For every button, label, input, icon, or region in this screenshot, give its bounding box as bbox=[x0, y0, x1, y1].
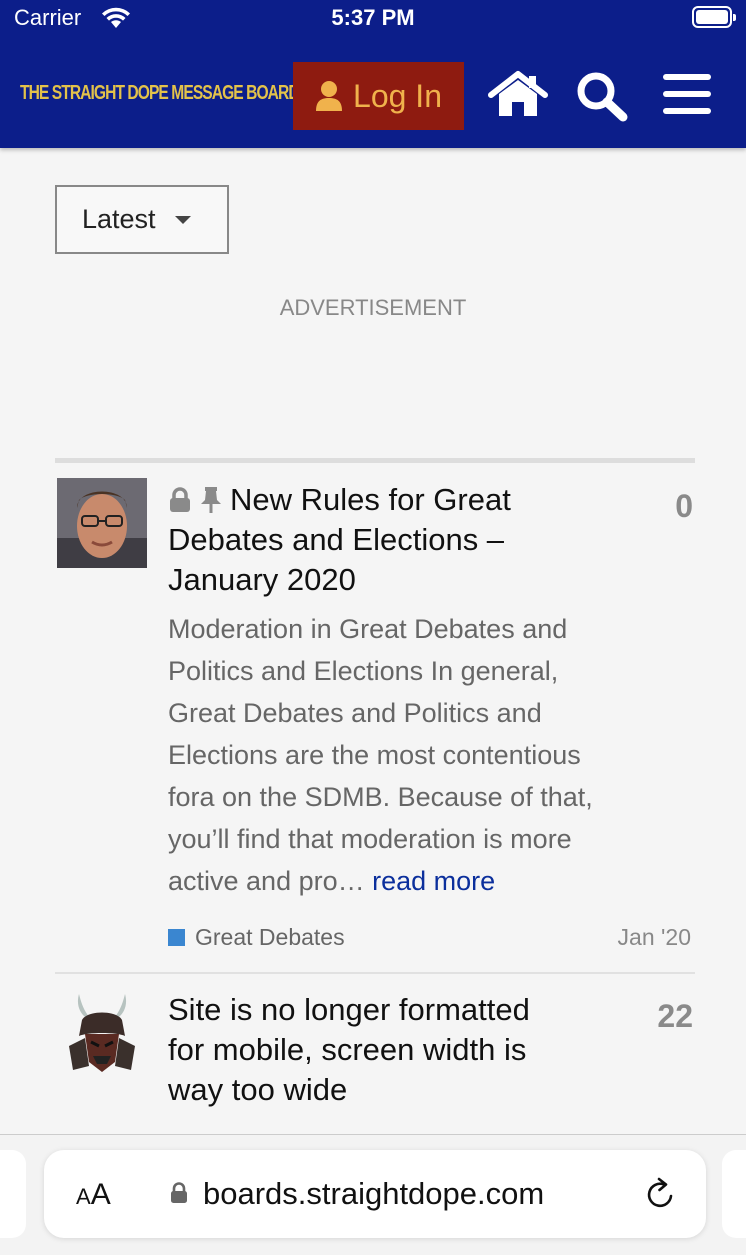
category-badge[interactable]: Great Debates bbox=[168, 924, 345, 951]
address-bar[interactable]: AAAA boards.straightdope.com bbox=[44, 1150, 706, 1238]
status-time: 5:37 PM bbox=[331, 5, 415, 30]
topic-excerpt: Moderation in Great Debates and Politics… bbox=[168, 608, 648, 902]
topic-list-divider bbox=[55, 458, 695, 463]
excerpt-line: active and pro… bbox=[168, 866, 365, 896]
category-color-swatch bbox=[168, 929, 185, 946]
user-avatar[interactable] bbox=[57, 478, 147, 568]
topic-date[interactable]: Jan '20 bbox=[560, 924, 691, 951]
excerpt-line: fora on the SDMB. Because of that, bbox=[168, 782, 593, 812]
topic-divider bbox=[55, 972, 695, 974]
previous-tab-preview[interactable] bbox=[0, 1150, 26, 1238]
filter-label: Latest bbox=[82, 204, 156, 234]
lock-icon bbox=[170, 487, 190, 512]
topic-title-line: Debates and Elections – bbox=[168, 522, 505, 557]
read-more-link[interactable]: read more bbox=[372, 866, 495, 896]
pin-icon bbox=[201, 487, 221, 513]
excerpt-line: Great Debates and Politics and bbox=[168, 698, 542, 728]
user-icon bbox=[316, 81, 343, 111]
topic-title-line: way too wide bbox=[168, 1072, 348, 1107]
topic-title-line: New Rules for Great bbox=[230, 482, 511, 517]
topic-title-line: January 2020 bbox=[168, 562, 356, 597]
battery-icon bbox=[692, 6, 736, 28]
url-text[interactable]: boards.straightdope.com bbox=[203, 1176, 544, 1212]
reload-icon[interactable] bbox=[644, 1176, 678, 1212]
reply-count: 22 bbox=[657, 998, 693, 1034]
excerpt-line: Elections are the most contentious bbox=[168, 740, 581, 770]
advertisement-label: ADVERTISEMENT bbox=[279, 295, 467, 320]
site-logo[interactable]: THE STRAIGHT DOPE MESSAGE BOARD bbox=[20, 82, 300, 105]
topic-title[interactable]: New Rules for Great Debates and Election… bbox=[168, 480, 511, 600]
topic-title-line: for mobile, screen width is bbox=[168, 1032, 527, 1067]
search-icon[interactable] bbox=[574, 70, 630, 122]
hamburger-menu-icon[interactable] bbox=[663, 73, 711, 115]
topic-title[interactable]: Site is no longer formatted for mobile, … bbox=[168, 990, 530, 1110]
caret-down-icon bbox=[174, 215, 191, 224]
user-avatar[interactable] bbox=[57, 988, 147, 1078]
login-button[interactable]: Log In bbox=[293, 62, 464, 130]
excerpt-line: Moderation in Great Debates and bbox=[168, 614, 568, 644]
lock-icon bbox=[171, 1182, 187, 1203]
topic-title-line: Site is no longer formatted bbox=[168, 992, 530, 1027]
category-name: Great Debates bbox=[195, 924, 345, 950]
text-size-button[interactable]: AAAA bbox=[76, 1178, 111, 1212]
site-header: Carrier 5:37 PM THE STRAIGHT DOPE MESSAG… bbox=[0, 0, 746, 148]
login-label: Log In bbox=[353, 77, 442, 114]
latest-filter-dropdown[interactable]: Latest bbox=[55, 185, 229, 254]
reply-count: 0 bbox=[675, 488, 693, 524]
next-tab-preview[interactable] bbox=[722, 1150, 746, 1238]
excerpt-line: Politics and Elections In general, bbox=[168, 656, 559, 686]
excerpt-line: you’ll find that moderation is more bbox=[168, 824, 572, 854]
home-icon[interactable] bbox=[487, 70, 549, 118]
